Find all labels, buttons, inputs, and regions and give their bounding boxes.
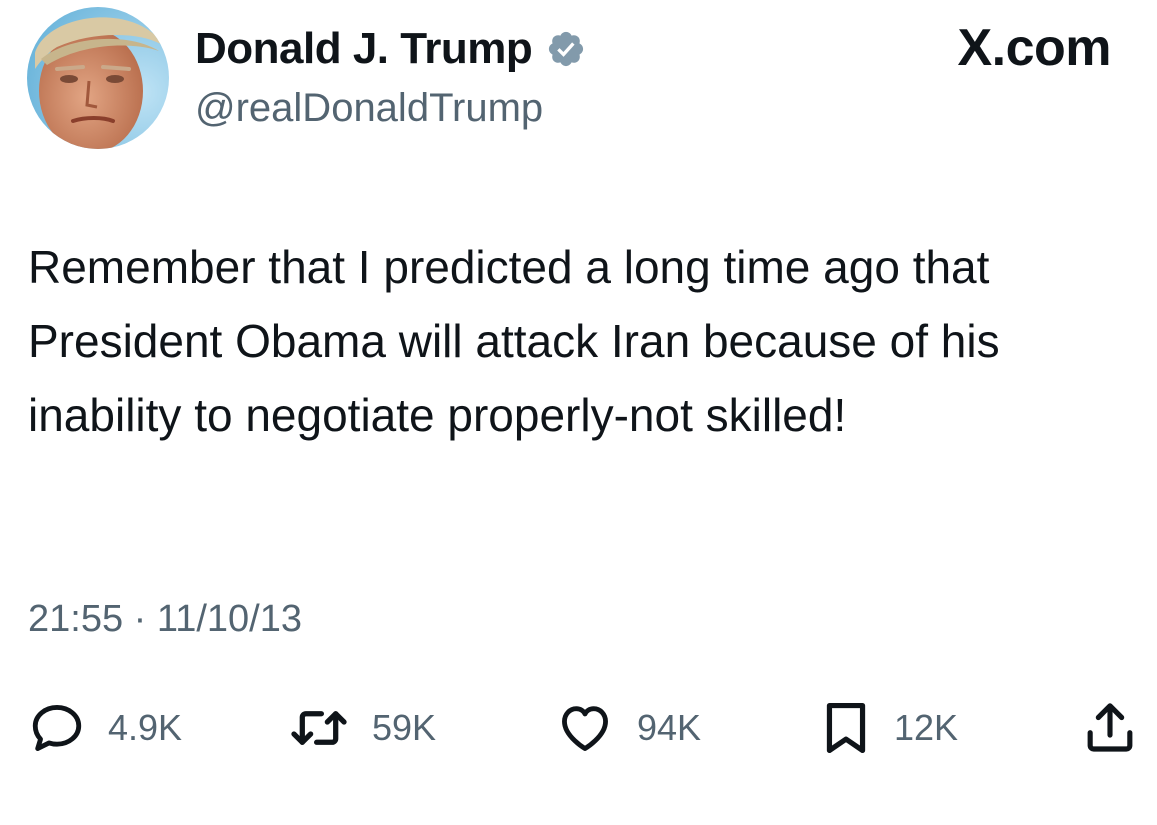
bookmark-button[interactable]: 12K xyxy=(820,696,958,760)
user-handle[interactable]: @realDonaldTrump xyxy=(195,86,543,130)
tweet-date: 11/10/13 xyxy=(156,598,302,640)
tweet-text: Remember that I predicted a long time ag… xyxy=(28,241,1000,441)
bookmark-icon xyxy=(826,702,866,754)
retweet-button[interactable]: 59K xyxy=(288,696,436,760)
tweet-timestamp[interactable]: 21:55 · 11/10/13 xyxy=(28,600,302,638)
avatar[interactable] xyxy=(27,7,169,149)
bookmark-count: 12K xyxy=(894,707,959,748)
profile-photo xyxy=(27,7,169,149)
verified-badge-icon xyxy=(546,29,586,69)
share-icon xyxy=(1087,703,1133,752)
meta-separator: · xyxy=(133,598,147,640)
reply-button[interactable]: 4.9K xyxy=(28,696,182,760)
display-name[interactable]: Donald J. Trump xyxy=(195,27,533,71)
retweet-icon xyxy=(291,711,347,745)
reply-count: 4.9K xyxy=(108,707,183,748)
reply-icon xyxy=(32,705,82,751)
action-bar: 4.9K 59K 94K 12K xyxy=(28,696,1140,760)
like-icon xyxy=(562,706,608,751)
like-button[interactable]: 94K xyxy=(555,696,701,760)
retweet-count: 59K xyxy=(372,707,437,748)
like-count: 94K xyxy=(637,707,702,748)
name-row: Donald J. Trump xyxy=(195,22,586,76)
tweet-time: 21:55 xyxy=(28,598,124,640)
share-button[interactable] xyxy=(1082,696,1138,760)
site-label: X.com xyxy=(957,19,1111,77)
